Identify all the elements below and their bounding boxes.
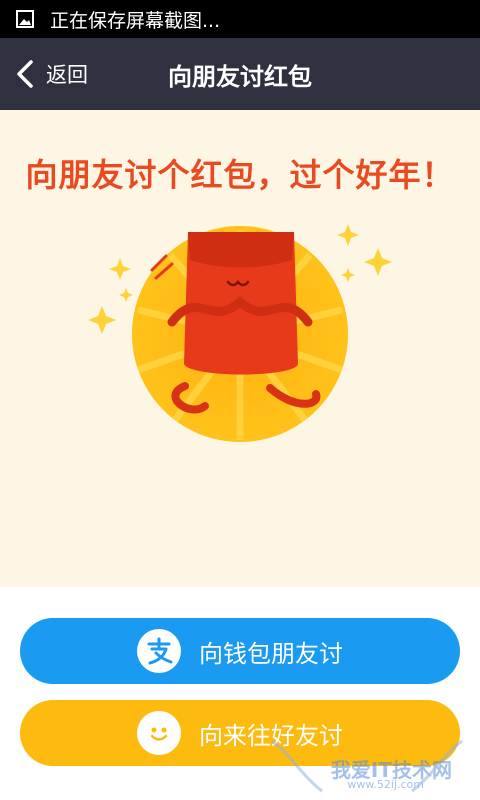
status-text: 正在保存屏幕截图... [50, 9, 221, 32]
ask-laiwang-friends-label: 向来往好友讨 [199, 721, 343, 750]
hero-banner: 向朋友讨个红包，过个好年！ [0, 110, 480, 587]
alipay-icon [137, 629, 181, 673]
back-chevron-icon [17, 60, 33, 88]
nav-bar: 返回 向朋友讨红包 [0, 38, 480, 110]
envelope-flap [188, 232, 294, 268]
action-area: 向钱包朋友讨 向来往好友讨 我爱IT技术网 www.52ij.com [0, 587, 480, 800]
back-button[interactable]: 返回 [14, 38, 88, 110]
laiwang-smiley-icon [137, 711, 181, 755]
red-envelope-illustration [88, 224, 392, 442]
watermark-sub: www.52ij.com [347, 778, 424, 791]
hero-headline: 向朋友讨个红包，过个好年！ [25, 156, 455, 194]
image-icon [16, 10, 34, 28]
ask-wallet-friends-label: 向钱包朋友讨 [199, 639, 343, 668]
ask-laiwang-friends-button[interactable]: 向来往好友讨 [20, 700, 460, 766]
ask-wallet-friends-button[interactable]: 向钱包朋友讨 [20, 618, 460, 684]
back-label: 返回 [46, 63, 88, 87]
status-bar: 正在保存屏幕截图... [0, 0, 480, 38]
